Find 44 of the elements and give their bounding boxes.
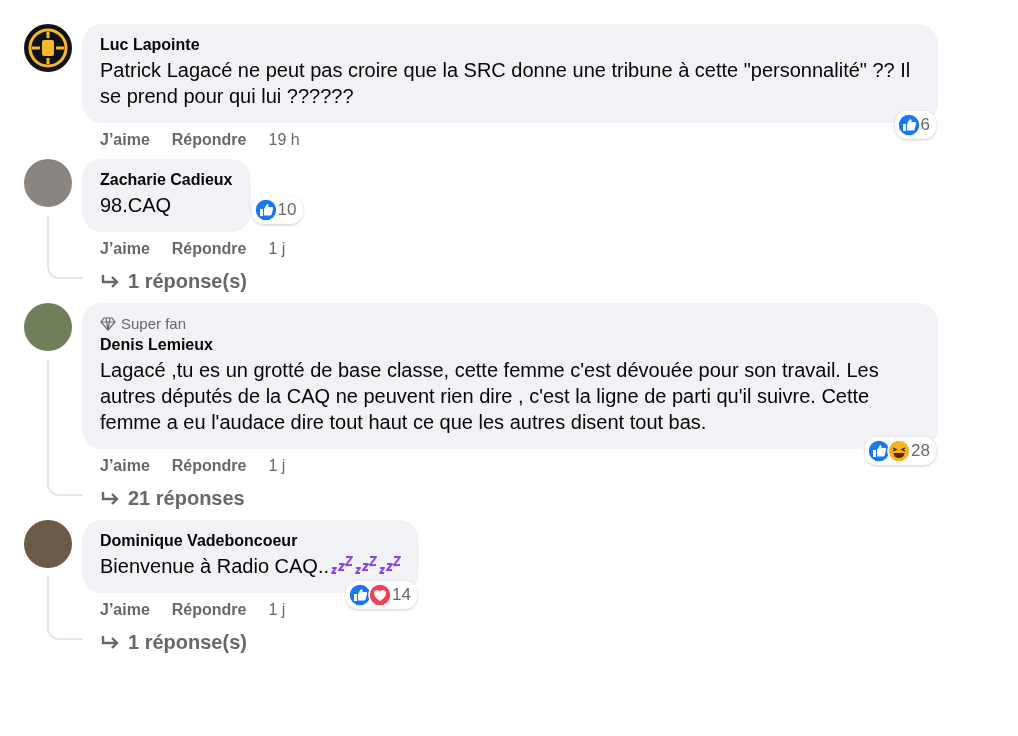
sleeping-zzz-icon [355, 555, 378, 575]
comment-text: Lagacé ,tu es un grotté de base classe, cette femme c'est dévouée pour son travail. Les autres députés de la CAQ ne peuvent rien dire , c'est la ligne de parti qu'il suivre. Cette femme a eu l'audace dire tout haut ce que les autres disent tout bas. [100, 358, 880, 435]
author-name[interactable]: Denis Lemieux [100, 336, 920, 354]
comment-time[interactable]: 1 j [268, 240, 286, 258]
thumbs-up-icon [253, 198, 278, 222]
comment-text: 98.CAQ [100, 193, 172, 218]
avatar-photo[interactable] [24, 520, 72, 568]
avatar-photo[interactable] [24, 159, 72, 207]
like-link[interactable]: J’aime [100, 457, 150, 475]
like-link[interactable]: J’aime [100, 601, 150, 619]
author-name[interactable]: Luc Lapointe [100, 36, 920, 54]
avatar-photo[interactable] [24, 303, 72, 351]
fan-status-label: Super fan [121, 315, 187, 332]
comment-text: Patrick Lagacé ne peut pas croire que la SRC donne une tribune à cette "personnalité" ?? Il se prend pour qui lui ?????? [100, 58, 912, 109]
reaction-summary[interactable]: 14 [346, 581, 418, 609]
reply-link[interactable]: Répondre [171, 457, 247, 475]
reply-arrow-icon [100, 273, 120, 290]
reaction-summary[interactable]: 10 [251, 196, 303, 224]
reply-link[interactable]: Répondre [171, 601, 247, 619]
like-link[interactable]: J’aime [100, 240, 150, 258]
like-link[interactable]: J’aime [100, 131, 150, 149]
diamond-icon [100, 316, 116, 331]
author-name[interactable]: Zacharie Cadieux [100, 171, 233, 189]
thread-line [47, 215, 83, 279]
comment-text: Bienvenue à Radio CAQ.. [100, 554, 330, 579]
view-replies-link[interactable]: 21 réponses [100, 487, 245, 510]
reply-link[interactable]: Répondre [171, 240, 247, 258]
view-replies-link[interactable]: 1 réponse(s) [100, 631, 247, 654]
comment-time[interactable]: 1 j [268, 601, 286, 619]
view-replies-link[interactable]: 1 réponse(s) [100, 270, 247, 293]
comment-time[interactable]: 1 j [268, 457, 286, 475]
laughing-face-icon [887, 439, 912, 463]
reply-arrow-icon [100, 490, 120, 507]
reply-arrow-icon [100, 634, 120, 651]
reaction-summary[interactable]: 28 [865, 437, 936, 465]
sleeping-zzz-icon [379, 555, 402, 575]
reaction-summary[interactable]: 6 [894, 111, 936, 139]
sleeping-zzz-icon [331, 555, 354, 575]
author-name[interactable]: Dominique Vadeboncoeur [100, 532, 402, 550]
comment-time[interactable]: 19 h [268, 131, 300, 149]
thumbs-up-icon [896, 113, 921, 137]
team-logo-avatar[interactable] [24, 24, 72, 72]
thread-line [47, 576, 83, 640]
reply-link[interactable]: Répondre [171, 131, 247, 149]
